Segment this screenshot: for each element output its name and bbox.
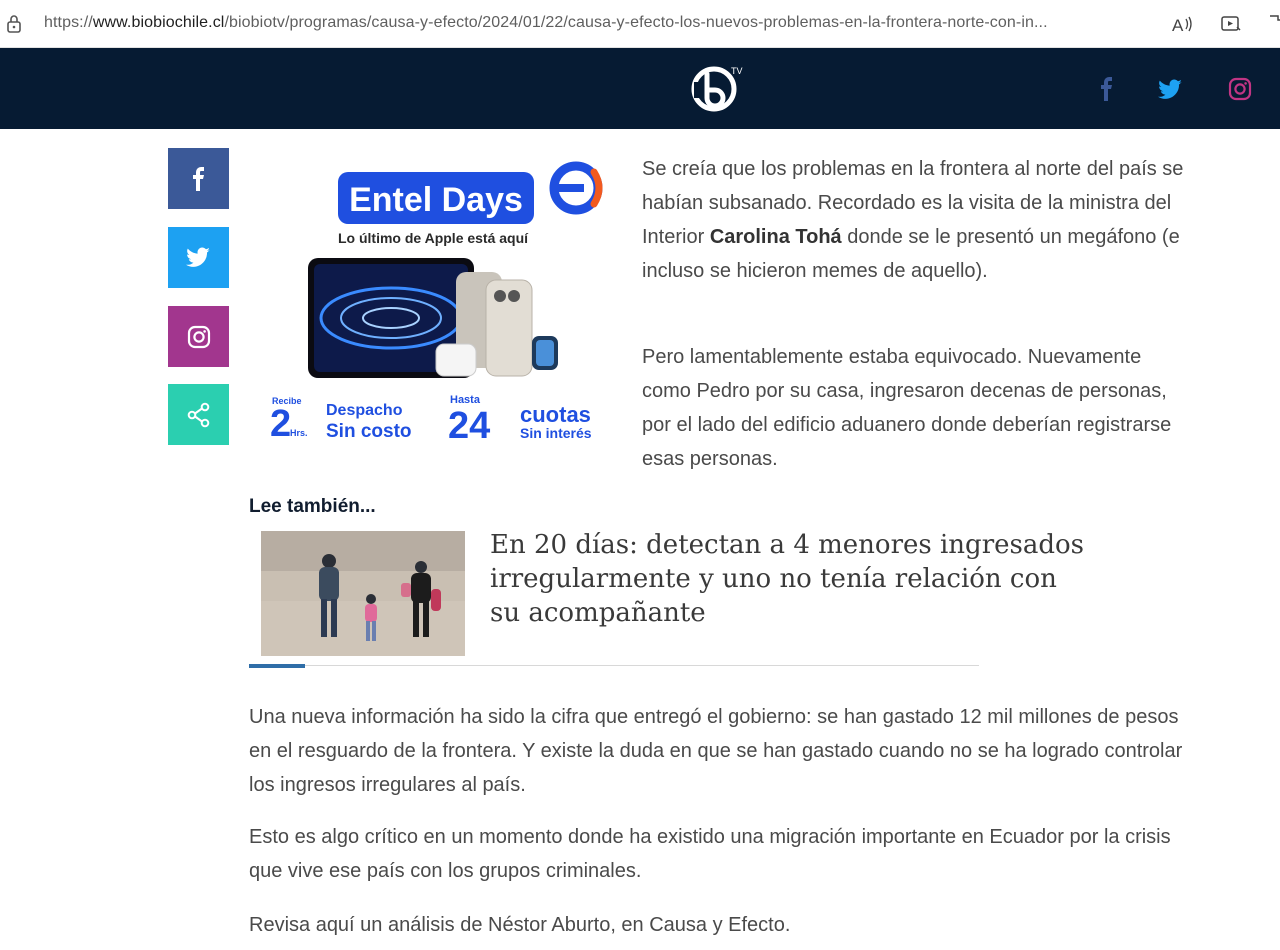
- article-paragraph-2: Pero lamentablemente estaba equivocado. …: [642, 346, 1172, 470]
- related-divider: [249, 665, 979, 666]
- article-paragraph-1: Se creía que los problemas en la fronter…: [642, 158, 1184, 282]
- svg-text:cuotas: cuotas: [520, 402, 591, 427]
- svg-text:Hrs.: Hrs.: [290, 428, 308, 438]
- address-url[interactable]: https://www.biobiochile.cl/biobiotv/prog…: [44, 14, 1048, 32]
- svg-text:Sin interés: Sin interés: [520, 425, 592, 441]
- share-more-button[interactable]: [168, 384, 229, 445]
- twitter-icon: [185, 246, 210, 267]
- svg-text:24: 24: [448, 405, 490, 447]
- biobio-tv-logo[interactable]: TV: [690, 62, 746, 114]
- article-paragraph-3: Una nueva información ha sido la cifra q…: [249, 706, 1183, 796]
- related-accent-bar: [249, 664, 305, 668]
- person-name-bold: Carolina Tohá: [709, 226, 842, 248]
- svg-text:Lo último de Apple está aquí: Lo último de Apple está aquí: [338, 230, 529, 246]
- entel-ad-banner[interactable]: Entel Days Lo último de Apple está aquí …: [258, 150, 618, 450]
- extensions-icon[interactable]: [1266, 12, 1280, 36]
- svg-text:TV: TV: [731, 66, 743, 76]
- svg-text:Sin costo: Sin costo: [326, 421, 412, 442]
- instagram-icon: [187, 325, 210, 348]
- cuotas-badge: Hasta 24 cuotas Sin interés: [448, 394, 592, 447]
- header-instagram-icon[interactable]: [1227, 76, 1253, 102]
- site-header: TV: [0, 48, 1280, 129]
- svg-text:Despacho: Despacho: [326, 402, 403, 419]
- related-label: Lee también...: [249, 496, 376, 517]
- svg-text:A: A: [1172, 16, 1184, 35]
- header-twitter-icon[interactable]: [1158, 76, 1184, 102]
- header-facebook-icon[interactable]: [1094, 76, 1120, 102]
- related-article-image[interactable]: [261, 531, 465, 656]
- article-paragraph-5: Revisa aquí un análisis de Néstor Aburto…: [249, 914, 791, 936]
- read-aloud-icon[interactable]: A: [1170, 12, 1194, 36]
- media-icon[interactable]: [1219, 12, 1243, 36]
- article-paragraph-4: Esto es algo crítico en un momento donde…: [249, 826, 1171, 882]
- share-icon: [187, 402, 209, 427]
- related-article-title[interactable]: En 20 días: detectan a 4 menores ingresa…: [490, 528, 1090, 630]
- svg-text:2: 2: [270, 403, 291, 445]
- browser-address-bar: https://www.biobiochile.cl/biobiotv/prog…: [0, 0, 1280, 48]
- share-instagram-button[interactable]: [168, 306, 229, 367]
- facebook-icon: [192, 166, 204, 191]
- share-facebook-button[interactable]: [168, 148, 229, 209]
- svg-text:Entel Days: Entel Days: [349, 181, 523, 219]
- lock-icon: [7, 15, 21, 33]
- share-twitter-button[interactable]: [168, 227, 229, 288]
